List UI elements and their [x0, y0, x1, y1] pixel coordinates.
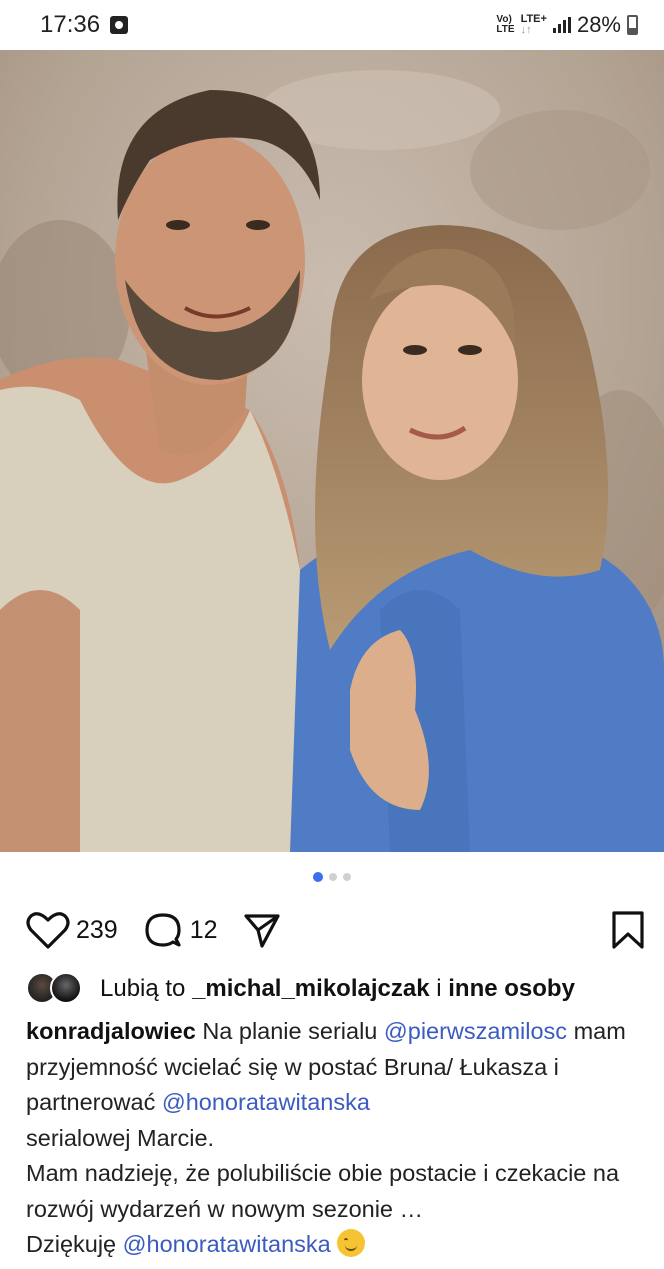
carousel-dot	[343, 873, 351, 881]
signal-icon	[552, 17, 571, 33]
carousel-dot	[329, 873, 337, 881]
heart-icon	[26, 912, 70, 949]
caption-author[interactable]: konradjalowiec	[26, 1018, 196, 1044]
liked-by-prefix: Lubią to	[100, 975, 186, 1002]
status-bar: 17:36 Vo) LTE LTE+ ↓↑ 28%	[0, 0, 664, 50]
caption-mention[interactable]: @honoratawitanska	[162, 1089, 370, 1115]
status-left: 17:36	[40, 11, 129, 39]
status-time: 17:36	[40, 11, 101, 38]
avatar	[50, 972, 82, 1004]
caption-text: Mam nadzieję, że polubiliście obie posta…	[26, 1160, 620, 1222]
notification-icon	[110, 16, 129, 34]
liked-by-others[interactable]: inne osoby	[448, 975, 575, 1002]
comment-icon	[145, 913, 181, 947]
post-actions-bar: 239 12	[26, 905, 646, 955]
carousel-dot-active	[313, 872, 323, 882]
liked-by-connector: i	[436, 975, 442, 1002]
caption-mention[interactable]: @honoratawitanska	[123, 1231, 331, 1257]
share-icon	[243, 914, 280, 948]
lte-indicator: LTE+ ↓↑	[521, 14, 547, 36]
liked-by-user[interactable]: _michal_mikolajczak	[192, 975, 429, 1002]
like-button[interactable]: 239	[26, 910, 118, 950]
volte-indicator: Vo) LTE	[496, 15, 514, 35]
likes-count: 239	[76, 915, 118, 944]
bookmark-icon	[612, 911, 644, 949]
bookmark-button[interactable]	[610, 910, 646, 950]
post-photo[interactable]	[0, 50, 664, 852]
caption-mention[interactable]: @pierwszamilosc	[384, 1018, 567, 1044]
comment-button[interactable]: 12	[142, 909, 218, 951]
caption-text: Na planie serialu	[202, 1018, 378, 1044]
post-caption: konradjalowiec Na planie serialu @pierws…	[26, 1014, 634, 1263]
status-right: Vo) LTE LTE+ ↓↑ 28%	[496, 12, 638, 38]
caption-text: Dziękuję	[26, 1231, 117, 1257]
volte-bottom: LTE	[496, 24, 515, 35]
smile-emoji-icon	[337, 1229, 366, 1257]
battery-icon	[627, 15, 638, 35]
liked-by-text: Lubią to _michal_mikolajczak i inne osob…	[100, 975, 575, 1003]
liked-by-row[interactable]: Lubią to _michal_mikolajczak i inne osob…	[26, 972, 654, 1006]
comments-count: 12	[189, 915, 218, 944]
lte-bottom: ↓↑	[520, 24, 532, 36]
caption-text: serialowej Marcie.	[26, 1124, 215, 1151]
photo-illustration	[0, 50, 664, 852]
carousel-indicator	[0, 872, 664, 882]
battery-percent: 28%	[576, 12, 621, 37]
share-button[interactable]	[242, 910, 282, 950]
liker-avatars	[26, 972, 86, 1006]
